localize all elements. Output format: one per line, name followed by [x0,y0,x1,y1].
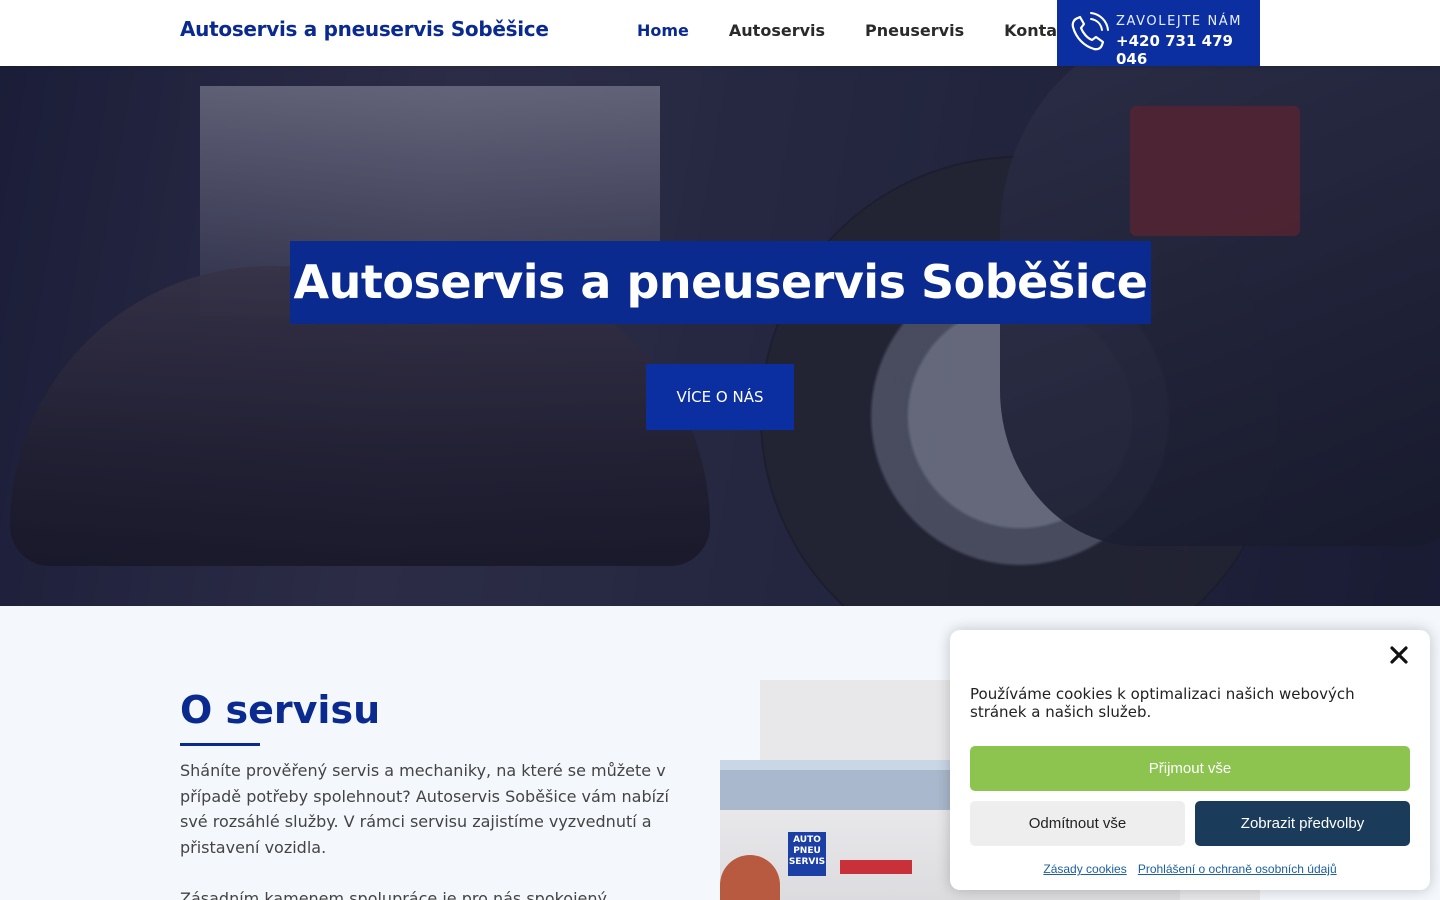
photo-tree [720,855,780,900]
photo-banner [840,860,912,874]
about-paragraph-1: Sháníte prověřený servis a mechaniky, na… [180,761,669,857]
hero-title: Autoservis a pneuservis Soběšice [290,241,1151,324]
site-brand[interactable]: Autoservis a pneuservis Soběšice [180,17,549,41]
about-title: O servisu [180,688,381,732]
call-label: ZAVOLEJTE NÁM [1116,14,1243,29]
call-number: +420 731 479 046 [1116,32,1233,68]
close-icon[interactable] [1388,644,1410,666]
nav-home[interactable]: Home [637,21,689,40]
cookie-message: Používáme cookies k optimalizaci našich … [970,685,1355,721]
privacy-policy-link[interactable]: Prohlášení o ochraně osobních údajů [1138,862,1337,876]
site-header: Autoservis a pneuservis Soběšice Home Au… [0,0,1440,68]
title-underline [180,743,260,746]
about-paragraph-2: Zásadním kamenem spolupráce je pro nás s… [180,889,607,900]
call-button[interactable]: ZAVOLEJTE NÁM +420 731 479 046 [1057,0,1260,68]
show-preferences-button[interactable]: Zobrazit předvolby [1195,801,1410,846]
accept-all-button[interactable]: Přijmout vše [970,746,1410,791]
about-us-button[interactable]: VÍCE O NÁS [646,364,794,430]
hero-overlay [0,66,1440,606]
main-nav: Home Autoservis Pneuservis Kontakt [637,21,1075,40]
photo-shop-sign: AUTO PNEU SERVIS [788,832,826,876]
cookie-dialog: Používáme cookies k optimalizaci našich … [950,630,1430,890]
deny-all-button[interactable]: Odmítnout vše [970,801,1185,846]
nav-pneuservis[interactable]: Pneuservis [865,21,964,40]
hero-section: Autoservis a pneuservis Soběšice VÍCE O … [0,66,1440,606]
nav-autoservis[interactable]: Autoservis [729,21,825,40]
phone-icon [1071,12,1109,51]
cookie-links: Zásady cookies Prohlášení o ochraně osob… [950,858,1430,877]
cookie-policy-link[interactable]: Zásady cookies [1043,862,1126,876]
